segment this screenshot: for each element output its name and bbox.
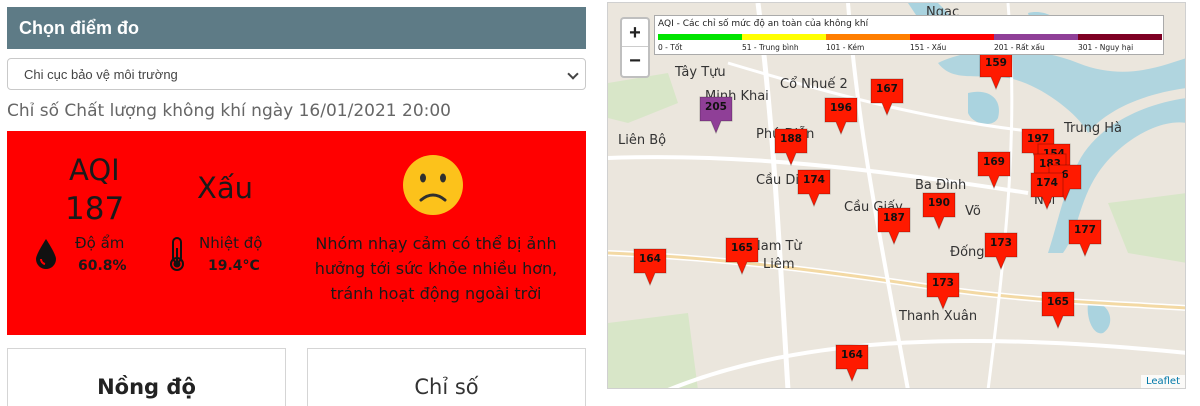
aqi-station-marker[interactable]: 165 xyxy=(724,236,760,276)
zoom-control: + − xyxy=(620,17,650,78)
station-select-value: Chi cục bảo vệ môi trường xyxy=(24,67,178,82)
marker-aqi-value: 159 xyxy=(985,57,1007,69)
place-label: Cổ Nhuế 2 xyxy=(780,77,848,92)
aqi-station-marker[interactable]: 174 xyxy=(1029,171,1065,211)
marker-aqi-value: 164 xyxy=(639,253,661,265)
place-label: Thanh Xuân xyxy=(899,309,978,324)
marker-aqi-value: 169 xyxy=(983,156,1005,168)
aqi-station-marker[interactable]: 159 xyxy=(978,51,1014,91)
aqi-station-marker[interactable]: 196 xyxy=(823,96,859,136)
station-panel: Chọn điểm đo Chi cục bảo vệ môi trường C… xyxy=(0,0,594,406)
legend-label: 51 - Trung bình xyxy=(742,43,799,52)
marker-aqi-value: 165 xyxy=(731,242,753,254)
marker-aqi-value: 165 xyxy=(1047,296,1069,308)
legend-swatch xyxy=(994,34,1078,40)
panel-title: Chọn điểm đo xyxy=(7,7,586,49)
place-label: Tây Tựu xyxy=(675,65,726,80)
legend-label: 201 - Rất xấu xyxy=(994,43,1045,52)
aqi-station-marker[interactable]: 164 xyxy=(632,247,668,287)
zoom-out-button[interactable]: − xyxy=(622,47,648,75)
legend-labels: 0 - Tốt 51 - Trung bình 101 - Kém 151 - Xấu… xyxy=(658,43,1162,52)
aqi-station-marker[interactable]: 188 xyxy=(773,127,809,167)
tab-concentration[interactable]: Nồng độ xyxy=(7,348,286,406)
chevron-down-icon xyxy=(567,68,579,80)
map-base-tiles xyxy=(608,3,1185,388)
marker-aqi-value: 188 xyxy=(780,133,802,145)
leaflet-attribution-link[interactable]: Leaflet xyxy=(1140,375,1185,388)
aqi-station-marker[interactable]: 187 xyxy=(876,206,912,246)
aqi-station-marker[interactable]: 205 xyxy=(698,95,734,135)
marker-aqi-value: 174 xyxy=(803,174,825,186)
aqi-station-marker[interactable]: 165 xyxy=(1040,290,1076,330)
legend-color-bar xyxy=(658,34,1162,40)
aqi-map[interactable]: Tây TựuMinh KhaiCổ Nhuế 2Phú DiễnLiên Bộ… xyxy=(607,2,1186,389)
legend-swatch xyxy=(1078,34,1162,40)
aqi-station-marker[interactable]: 174 xyxy=(796,168,832,208)
marker-aqi-value: 173 xyxy=(990,237,1012,249)
humidity-label: Độ ẩm xyxy=(75,234,125,252)
marker-aqi-value: 167 xyxy=(876,83,898,95)
aqi-station-marker[interactable]: 169 xyxy=(976,150,1012,190)
tab-index[interactable]: Chỉ số xyxy=(307,348,586,406)
place-label: Võ xyxy=(965,204,981,219)
aqi-station-marker[interactable]: 190 xyxy=(921,191,957,231)
marker-aqi-value: 196 xyxy=(830,102,852,114)
aqi-value: 187 xyxy=(65,191,125,227)
place-label: Đống xyxy=(950,245,985,260)
legend-swatch xyxy=(826,34,910,40)
aqi-station-marker[interactable]: 164 xyxy=(834,343,870,383)
aqi-legend: AQI - Các chỉ số mức độ an toàn của khôn… xyxy=(654,15,1164,55)
marker-aqi-value: 164 xyxy=(841,349,863,361)
station-select[interactable]: Chi cục bảo vệ môi trường xyxy=(7,58,586,90)
health-advice: Nhóm nhạy cảm có thể bị ảnh hưởng tới sứ… xyxy=(314,234,558,303)
aqi-summary-card: AQI 187 Xấu Độ ẩm 60.8% Nhiệt độ 19.4°C … xyxy=(7,131,586,335)
humidity-value: 60.8% xyxy=(78,258,127,274)
marker-aqi-value: 190 xyxy=(928,197,950,209)
aqi-station-marker[interactable]: 167 xyxy=(869,77,905,117)
zoom-in-button[interactable]: + xyxy=(622,19,648,47)
legend-label: 301 - Nguy hại xyxy=(1078,43,1134,52)
legend-swatch xyxy=(910,34,994,40)
marker-aqi-value: 205 xyxy=(705,101,727,113)
marker-aqi-value: 187 xyxy=(883,212,905,224)
marker-aqi-value: 173 xyxy=(932,277,954,289)
place-label: Liên Bộ xyxy=(618,133,667,148)
thermometer-icon xyxy=(170,237,184,271)
legend-label: 101 - Kém xyxy=(826,43,865,52)
legend-swatch xyxy=(658,34,742,40)
place-label: Trung Hà xyxy=(1064,121,1122,136)
aqi-station-marker[interactable]: 173 xyxy=(925,271,961,311)
aqi-label: AQI xyxy=(69,153,120,187)
sad-face-icon xyxy=(403,155,463,215)
marker-aqi-value: 177 xyxy=(1074,224,1096,236)
place-label: Liêm xyxy=(763,257,795,272)
temperature-label: Nhiệt độ xyxy=(199,234,263,252)
aqi-station-marker[interactable]: 173 xyxy=(983,231,1019,271)
marker-aqi-value: 174 xyxy=(1036,177,1058,189)
legend-label: 0 - Tốt xyxy=(658,43,683,52)
water-drop-icon xyxy=(36,239,56,269)
legend-title: AQI - Các chỉ số mức độ an toàn của khôn… xyxy=(658,19,869,29)
aqi-status: Xấu xyxy=(197,171,254,205)
temperature-value: 19.4°C xyxy=(208,258,260,274)
legend-label: 151 - Xấu xyxy=(910,43,947,52)
aqi-date-heading: Chỉ số Chất lượng không khí ngày 16/01/2… xyxy=(7,101,451,121)
legend-swatch xyxy=(742,34,826,40)
aqi-station-marker[interactable]: 177 xyxy=(1067,218,1103,258)
